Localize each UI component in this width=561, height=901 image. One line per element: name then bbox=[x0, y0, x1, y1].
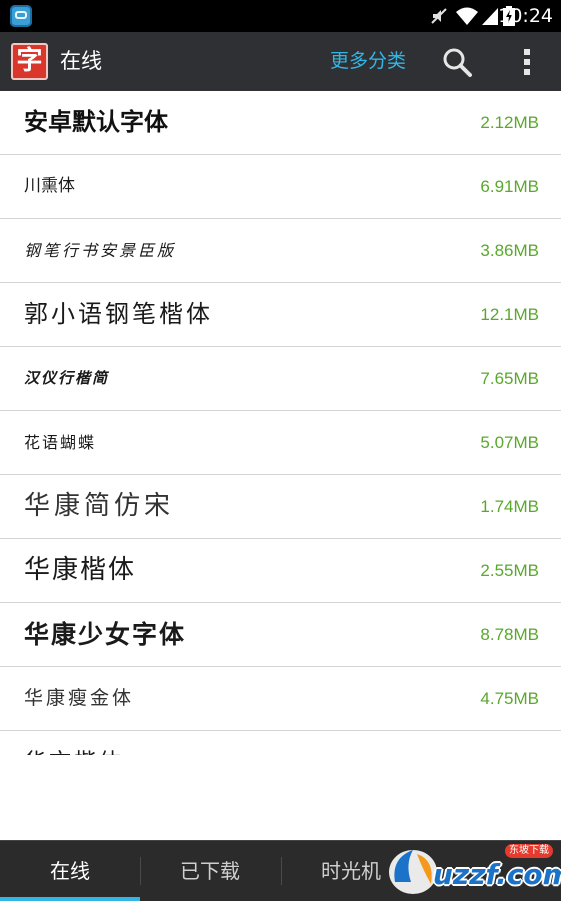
action-bar: 字 在线 更多分类 bbox=[0, 32, 561, 91]
font-row-3[interactable]: 郭小语钢笔楷体 12.1MB bbox=[0, 283, 561, 347]
font-row-10[interactable]: 华文楷体 3.77MB bbox=[0, 731, 561, 755]
font-size: 2.55MB bbox=[480, 561, 539, 580]
font-row-0[interactable]: 安卓默认字体 2.12MB bbox=[0, 91, 561, 155]
font-size: 6.91MB bbox=[480, 177, 539, 196]
watermark-badge: 东坡下载 bbox=[505, 844, 553, 858]
font-name: 华文楷体 bbox=[24, 731, 124, 755]
font-size: 12.1MB bbox=[480, 305, 539, 324]
font-row-8[interactable]: 华康少女字体 8.78MB bbox=[0, 603, 561, 667]
watermark-text: uzzf.com bbox=[433, 858, 561, 891]
font-list: 安卓默认字体 2.12MB 川熏体 6.91MB 钢笔行书安景臣版 3.86MB… bbox=[0, 91, 561, 755]
font-row-6[interactable]: 华康简仿宋 1.74MB bbox=[0, 475, 561, 539]
font-name: 华康少女字体 bbox=[24, 620, 187, 649]
font-size: 3.77MB bbox=[480, 731, 539, 755]
more-categories-button[interactable]: 更多分类 bbox=[330, 48, 406, 74]
status-time: 10:24 bbox=[498, 5, 553, 27]
font-size: 7.65MB bbox=[480, 369, 539, 388]
font-size: 5.07MB bbox=[480, 433, 539, 452]
font-name: 郭小语钢笔楷体 bbox=[24, 300, 213, 328]
font-name: 华康楷体 bbox=[24, 555, 137, 585]
font-size: 8.78MB bbox=[480, 625, 539, 644]
font-name: 钢笔行书安景臣版 bbox=[24, 241, 177, 260]
status-bar: 10:24 bbox=[0, 0, 561, 32]
app-notification-icon bbox=[10, 5, 32, 27]
font-name: 华康瘦金体 bbox=[24, 687, 135, 709]
wifi-icon bbox=[456, 7, 478, 25]
watermark: uzzf.com 东坡下载 bbox=[383, 838, 561, 900]
font-name: 花语蝴蝶 bbox=[24, 433, 97, 452]
mute-icon bbox=[431, 8, 447, 24]
overflow-menu-icon[interactable] bbox=[516, 46, 538, 78]
font-row-7[interactable]: 华康楷体 2.55MB bbox=[0, 539, 561, 603]
tab-downloaded[interactable]: 已下载 bbox=[140, 841, 280, 901]
tab-online[interactable]: 在线 bbox=[0, 841, 140, 901]
page-title: 在线 bbox=[60, 49, 102, 73]
font-name: 华康简仿宋 bbox=[24, 491, 175, 521]
font-row-5[interactable]: 花语蝴蝶 5.07MB bbox=[0, 411, 561, 475]
font-size: 2.12MB bbox=[480, 113, 539, 132]
signal-icon bbox=[482, 8, 498, 25]
font-row-1[interactable]: 川熏体 6.91MB bbox=[0, 155, 561, 219]
font-name: 川熏体 bbox=[24, 176, 75, 196]
font-size: 3.86MB bbox=[480, 241, 539, 260]
font-row-2[interactable]: 钢笔行书安景臣版 3.86MB bbox=[0, 219, 561, 283]
search-icon[interactable] bbox=[441, 46, 473, 78]
app-logo[interactable]: 字 bbox=[11, 43, 48, 80]
font-size: 4.75MB bbox=[480, 689, 539, 708]
font-name: 安卓默认字体 bbox=[24, 108, 168, 136]
font-row-4[interactable]: 汉仪行楷简 7.65MB bbox=[0, 347, 561, 411]
font-row-9[interactable]: 华康瘦金体 4.75MB bbox=[0, 667, 561, 731]
font-size: 1.74MB bbox=[480, 497, 539, 516]
font-name: 汉仪行楷简 bbox=[24, 369, 110, 387]
